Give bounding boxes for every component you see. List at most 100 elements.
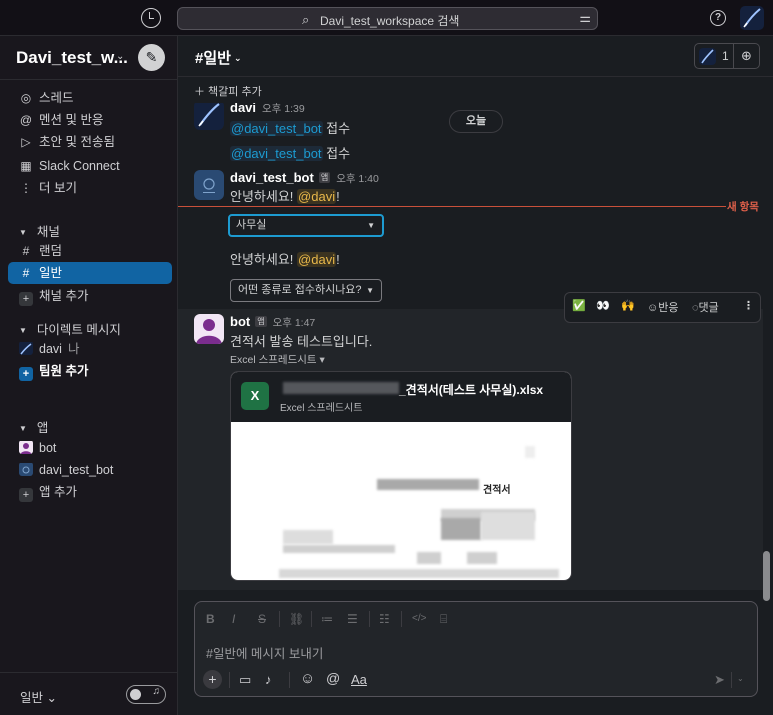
sidebar-item-app-davi-test-bot[interactable]: davi_test_bot bbox=[8, 459, 172, 481]
divider bbox=[369, 611, 370, 627]
add-bookmark-button[interactable]: ＋ 책갈피 추가 bbox=[194, 83, 262, 99]
timestamp[interactable]: 오후 1:40 bbox=[336, 173, 379, 185]
app-badge: 앱 bbox=[255, 316, 267, 327]
add-channel-button[interactable]: + 채널 추가 bbox=[8, 285, 172, 307]
microphone-icon[interactable]: ♪ bbox=[265, 672, 272, 687]
sidebar-item-label: 랜덤 bbox=[39, 244, 63, 258]
sidebar-item-label: 더 보기 bbox=[39, 181, 77, 195]
emoji-icon[interactable]: ☺ bbox=[300, 670, 315, 687]
redacted-cell bbox=[279, 569, 559, 578]
mention[interactable]: @davi bbox=[297, 252, 337, 267]
channels-section-header[interactable]: ▼ 채널 bbox=[19, 221, 60, 240]
bold-icon[interactable]: B bbox=[206, 612, 215, 626]
user-avatar[interactable] bbox=[740, 6, 764, 30]
help-icon[interactable]: ? bbox=[710, 10, 726, 26]
add-reaction-button[interactable]: ☺반응 bbox=[647, 299, 678, 315]
sidebar-item-mentions[interactable]: @ 멘션 및 반응 bbox=[8, 109, 172, 131]
members-button[interactable]: 1 bbox=[694, 43, 734, 69]
sidebar-item-label: 일반 bbox=[39, 266, 63, 280]
link-icon[interactable]: ⛓ bbox=[289, 612, 304, 626]
timestamp[interactable]: 오후 1:47 bbox=[273, 317, 316, 329]
message-input[interactable]: #일반에 메시지 보내기 bbox=[206, 643, 323, 662]
italic-icon[interactable]: I bbox=[232, 612, 235, 626]
app-badge: 앱 bbox=[318, 172, 331, 183]
file-attachment-card[interactable]: X _견적서(테스트 사무실).xlsx Excel 스프레드시트 견적서 bbox=[230, 371, 572, 581]
send-icon: ▷ bbox=[21, 135, 31, 149]
divider bbox=[311, 611, 312, 627]
message-text: @davi_test_bot 접수 bbox=[230, 146, 351, 161]
divider bbox=[731, 672, 732, 688]
smile-plus-icon: ☺ bbox=[647, 302, 659, 314]
chevron-down-icon[interactable]: ⌄ bbox=[116, 51, 124, 62]
file-type-toggle[interactable]: Excel 스프레드시트 ▾ bbox=[230, 352, 325, 367]
add-member-icon[interactable]: ⊕ bbox=[734, 43, 760, 69]
avatar[interactable] bbox=[194, 103, 224, 130]
avatar[interactable] bbox=[194, 170, 224, 200]
eyes-reaction-button[interactable]: 👀 bbox=[596, 299, 610, 312]
preview-title: 견적서 bbox=[483, 485, 511, 496]
mention[interactable]: @davi bbox=[297, 189, 337, 204]
dm-section-header[interactable]: ▼ 다이렉트 메시지 bbox=[19, 319, 121, 338]
plus-icon: + bbox=[19, 488, 33, 502]
redacted-cell bbox=[377, 479, 479, 490]
add-app-button[interactable]: + 앱 추가 bbox=[8, 481, 172, 503]
search-bar[interactable]: ⌕ Davi_test_workspace 검색 ⚌ bbox=[177, 7, 598, 30]
sidebar-item-drafts[interactable]: ▷ 초안 및 전송됨 bbox=[8, 131, 172, 153]
sidebar-item-label: 스레드 bbox=[39, 91, 74, 105]
file-header: X _견적서(테스트 사무실).xlsx Excel 스프레드시트 bbox=[231, 372, 571, 422]
channel-title[interactable]: #일반 ⌄ bbox=[195, 47, 242, 68]
add-teammate-button[interactable]: + 팀원 추가 bbox=[8, 360, 172, 382]
mention[interactable]: @davi_test_bot bbox=[230, 121, 323, 136]
send-options-chevron-icon[interactable]: ⌄ bbox=[737, 674, 744, 683]
redacted-cell bbox=[417, 552, 441, 564]
caret-down-icon: ▼ bbox=[19, 228, 27, 237]
message-list: davi 오후 1:39 @davi_test_bot 접수 오늘 @davi_t… bbox=[178, 103, 763, 590]
message-author[interactable]: bot 앱 오후 1:47 bbox=[230, 314, 315, 330]
huddle-toggle[interactable]: ♫ bbox=[126, 685, 166, 704]
sidebar-item-threads[interactable]: ◎ 스레드 bbox=[8, 87, 172, 109]
send-button[interactable]: ➤ bbox=[714, 672, 725, 688]
video-icon[interactable]: ▭ bbox=[239, 672, 251, 688]
mention-icon[interactable]: @ bbox=[326, 670, 340, 686]
status-channel-selector[interactable]: 일반 ⌄ bbox=[20, 687, 57, 706]
mention[interactable]: @davi_test_bot bbox=[230, 146, 323, 161]
sidebar-item-app-bot[interactable]: bot bbox=[8, 437, 172, 459]
ordered-list-icon[interactable]: ≔ bbox=[321, 612, 333, 626]
compose-button[interactable]: ✎ bbox=[138, 44, 165, 71]
check-reaction-button[interactable]: ✅ bbox=[572, 299, 586, 312]
date-divider-pill[interactable]: 오늘 bbox=[449, 110, 503, 133]
sidebar-item-channel-general[interactable]: # 일반 bbox=[8, 262, 172, 284]
request-type-select[interactable]: 어떤 종류로 접수하시나요? ▼ bbox=[230, 279, 382, 302]
code-block-icon[interactable]: ⌸ bbox=[440, 612, 447, 627]
workspace-name[interactable]: Davi_test_w... bbox=[16, 48, 128, 68]
sidebar-item-slack-connect[interactable]: ▦ Slack Connect bbox=[8, 155, 172, 177]
divider bbox=[401, 611, 402, 627]
scrollbar[interactable] bbox=[763, 551, 770, 601]
code-icon[interactable]: </> bbox=[412, 613, 426, 624]
redacted-cell bbox=[441, 518, 481, 540]
sidebar-item-label: 초안 및 전송됨 bbox=[39, 135, 115, 149]
sidebar-item-more[interactable]: ⋮ 더 보기 bbox=[8, 177, 172, 199]
message-author[interactable]: davi 오후 1:39 bbox=[230, 103, 305, 116]
attach-plus-button[interactable]: + bbox=[203, 670, 222, 689]
office-select[interactable]: 사무실 ▼ bbox=[228, 214, 384, 237]
blockquote-icon[interactable]: ☷ bbox=[379, 612, 390, 626]
filter-icon[interactable]: ⚌ bbox=[579, 10, 591, 26]
sidebar-item-dm-davi[interactable]: davi 나 bbox=[8, 338, 172, 360]
avatar[interactable] bbox=[194, 314, 224, 344]
text-format-icon[interactable]: Aa bbox=[351, 672, 367, 687]
message-author[interactable]: davi_test_bot 앱 오후 1:40 bbox=[230, 170, 379, 186]
member-count: 1 bbox=[722, 49, 729, 63]
avatar bbox=[19, 462, 33, 476]
more-actions-icon[interactable]: ⋮ bbox=[743, 299, 754, 312]
bullet-list-icon[interactable]: ☰ bbox=[347, 612, 358, 626]
apps-section-header[interactable]: ▼ 앱 bbox=[19, 417, 48, 436]
timestamp[interactable]: 오후 1:39 bbox=[262, 103, 305, 115]
raised-hands-reaction-button[interactable]: 🙌 bbox=[621, 299, 635, 312]
sidebar-item-channel-random[interactable]: # 랜덤 bbox=[8, 240, 172, 262]
strikethrough-icon[interactable]: S bbox=[258, 612, 266, 626]
member-avatar bbox=[699, 48, 716, 65]
history-icon[interactable] bbox=[141, 8, 161, 28]
reply-thread-button[interactable]: ◌댓글 bbox=[692, 299, 719, 315]
bookmark-bar: ＋ 책갈피 추가 bbox=[178, 77, 773, 103]
